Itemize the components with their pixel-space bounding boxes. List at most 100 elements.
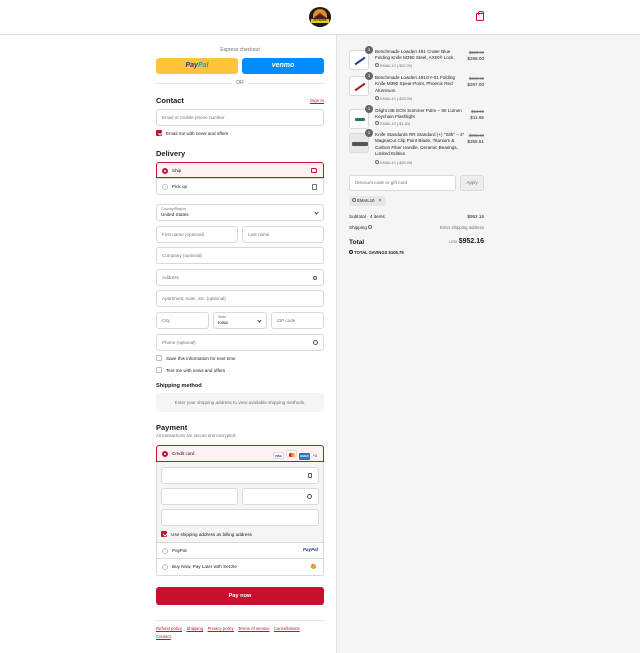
- tag-icon: [375, 121, 379, 125]
- store-logo[interactable]: OUTDOOR: [309, 7, 331, 27]
- card-number-field[interactable]: [161, 467, 319, 484]
- original-price: $395.00: [468, 133, 484, 138]
- ship-label: Ship: [172, 168, 182, 173]
- applied-code: EMAIL10: [357, 198, 375, 203]
- pickup-radio[interactable]: [162, 184, 168, 190]
- help-icon[interactable]: [368, 225, 373, 229]
- help-icon[interactable]: [307, 494, 312, 499]
- text-offers-label: Text me with news and offers: [166, 368, 226, 373]
- product-discount-text: EMAIL10 (-$32.00): [380, 64, 413, 68]
- expiration-field[interactable]: [161, 488, 238, 505]
- zip-field[interactable]: ZIP code: [271, 312, 324, 329]
- applied-discount-tag: EMAIL10 ×: [349, 196, 386, 206]
- currency-code: USD: [449, 240, 458, 244]
- quantity-badge: 1: [365, 105, 373, 113]
- country-value: United States: [161, 212, 189, 217]
- contact-link[interactable]: Contact: [156, 634, 171, 639]
- remove-discount-icon[interactable]: ×: [379, 198, 382, 204]
- footer-divider: [156, 620, 324, 621]
- or-label: OR: [232, 80, 248, 86]
- phone-placeholder: Phone (optional): [162, 340, 196, 345]
- total-savings: TOTAL SAVINGS $105.79: [349, 250, 404, 255]
- refund-policy-link[interactable]: Refund policy: [156, 626, 182, 631]
- country-select[interactable]: Country/Region United States: [156, 204, 324, 221]
- venmo-express-button[interactable]: venmo: [242, 58, 324, 74]
- sezzle-option[interactable]: Buy Now, Pay Later with Sezzle: [156, 559, 324, 576]
- sign-in-link[interactable]: Sign in: [310, 98, 324, 103]
- text-offers-checkbox[interactable]: [156, 367, 162, 373]
- lock-icon: [308, 473, 312, 478]
- privacy-policy-link[interactable]: Privacy policy: [208, 626, 234, 631]
- shipping-policy-link[interactable]: Shipping: [186, 626, 203, 631]
- product-discount: EMAIL10 (-$33.00): [375, 96, 412, 102]
- logo-text: OUTDOOR: [311, 19, 329, 23]
- billing-same-checkbox[interactable]: [161, 531, 167, 537]
- credit-card-option[interactable]: Credit card VISA AMEX +3: [156, 445, 324, 462]
- ship-option[interactable]: Ship: [156, 162, 324, 178]
- city-field[interactable]: City: [156, 312, 209, 329]
- total-value-row: USD $952.16: [424, 238, 484, 245]
- delivery-heading: Delivery: [156, 149, 186, 158]
- company-field[interactable]: Company (optional): [156, 247, 324, 264]
- last-name-field[interactable]: Last name: [242, 226, 324, 243]
- save-info-label: Save this information for next time: [166, 356, 236, 361]
- paypal-logo: PayPal: [302, 547, 318, 552]
- sezzle-logo-icon: [311, 564, 316, 569]
- tag-icon: [375, 63, 379, 67]
- search-icon: [313, 276, 317, 280]
- product-discount: EMAIL10 (-$39.49): [375, 160, 412, 166]
- terms-of-service-link[interactable]: Terms of service: [238, 626, 269, 631]
- save-info-checkbox[interactable]: [156, 355, 162, 361]
- sezzle-radio[interactable]: [162, 564, 168, 570]
- credit-card-label: Credit card: [172, 451, 195, 456]
- shipping-value: Enter shipping address: [440, 225, 484, 230]
- credit-card-radio[interactable]: [162, 451, 168, 457]
- product-price: $288.00: [467, 56, 484, 61]
- original-price: $330.00: [468, 76, 484, 81]
- tag-icon: [352, 198, 356, 202]
- product-discount-text: EMAIL10 (-$39.49): [380, 161, 413, 165]
- shopping-bag-icon[interactable]: [476, 11, 484, 21]
- contact-heading: Contact: [156, 96, 184, 105]
- tag-icon: [375, 160, 379, 164]
- first-name-field[interactable]: First name (optional): [156, 226, 238, 243]
- total-value: $952.16: [458, 238, 484, 245]
- quantity-badge: 1: [365, 72, 373, 80]
- flashlight-image: [355, 118, 365, 121]
- pickup-label: Pick up: [172, 184, 188, 189]
- name-on-card-field[interactable]: [161, 509, 319, 526]
- state-select[interactable]: State Iowa: [213, 312, 267, 329]
- order-summary-column: [336, 35, 640, 653]
- paypal-logo-part-b: Pal: [197, 62, 209, 69]
- paypal-radio[interactable]: [162, 548, 168, 554]
- apartment-field[interactable]: Apartment, suite, etc. (optional): [156, 290, 324, 307]
- help-icon[interactable]: [313, 340, 318, 345]
- email-news-checkbox[interactable]: [156, 130, 162, 136]
- email-field[interactable]: Email or mobile phone number: [156, 109, 324, 126]
- phone-field[interactable]: Phone (optional): [156, 334, 324, 351]
- quantity-badge: 1: [365, 129, 373, 137]
- shipping-method-message: Enter your shipping address to view avai…: [156, 393, 324, 412]
- chevron-down-icon: [257, 318, 262, 323]
- product-price: $355.51: [467, 139, 484, 144]
- email-news-label: Email me with news and offers: [166, 131, 229, 136]
- visa-icon: VISA: [272, 452, 284, 459]
- product-discount-text: EMAIL10 (-$1.30): [380, 122, 411, 126]
- address-placeholder: Address: [162, 275, 179, 280]
- shipping-method-heading: Shipping method: [156, 383, 202, 389]
- original-price: $12.95: [471, 109, 484, 114]
- discount-code-field[interactable]: Discount code or gift card: [349, 175, 456, 191]
- paypal-express-button[interactable]: PayPal: [156, 58, 238, 74]
- pay-now-button[interactable]: Pay now: [156, 587, 324, 605]
- paypal-option[interactable]: PayPal PayPal: [156, 542, 324, 559]
- quantity-badge: 1: [365, 46, 373, 54]
- address-field[interactable]: Address: [156, 269, 324, 286]
- cancellations-link[interactable]: Cancellations: [274, 626, 300, 631]
- card-brands: VISA AMEX +3: [271, 450, 317, 460]
- payment-subtitle: All transactions are secure and encrypte…: [156, 433, 237, 438]
- apply-button[interactable]: Apply: [460, 175, 484, 191]
- ship-radio[interactable]: [162, 168, 168, 174]
- tag-icon: [349, 250, 353, 254]
- pickup-option[interactable]: Pick up: [156, 178, 324, 195]
- security-code-field[interactable]: [242, 488, 319, 505]
